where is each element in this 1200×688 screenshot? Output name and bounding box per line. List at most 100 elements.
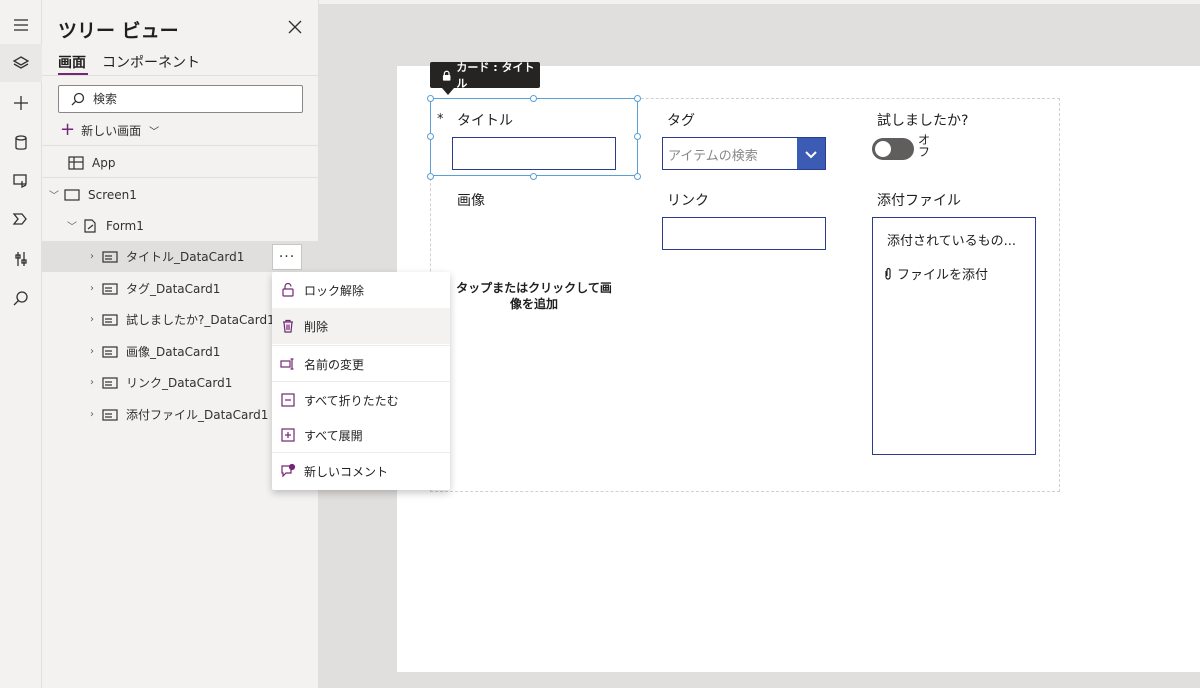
panel-title: ツリー ビュー — [58, 20, 179, 42]
lock-icon — [442, 70, 451, 81]
resize-handle[interactable] — [634, 133, 641, 140]
chevron-right-icon[interactable]: › — [86, 377, 98, 388]
title-input[interactable] — [452, 137, 616, 170]
screen-icon — [64, 188, 80, 201]
more-options-button[interactable]: ··· — [272, 243, 302, 270]
search-input[interactable] — [93, 90, 293, 108]
database-icon[interactable] — [0, 124, 42, 162]
trash-icon — [283, 319, 293, 333]
tree-item-label: Form1 — [106, 218, 144, 233]
resize-handle[interactable] — [634, 95, 641, 102]
resize-handle[interactable] — [427, 173, 434, 180]
chevron-down-icon[interactable] — [797, 138, 825, 169]
toggle-state-label: オフ — [918, 133, 931, 159]
search-box[interactable] — [58, 85, 303, 113]
tree-item-title-card[interactable]: › タイトル_DataCard1 ··· — [42, 241, 319, 272]
chevron-down-icon: ﹀ — [149, 126, 160, 138]
comment-icon — [281, 463, 296, 478]
power-automate-icon[interactable] — [0, 200, 42, 238]
resize-handle[interactable] — [530, 95, 537, 102]
plus-icon[interactable] — [0, 84, 42, 122]
chevron-right-icon[interactable]: › — [86, 251, 98, 262]
menu-item-delete[interactable]: 削除 — [272, 308, 450, 344]
attachments-empty-text: 添付されているもの... — [887, 234, 1017, 249]
attachments-box: 添付されているもの... ファイルを添付 — [872, 217, 1036, 455]
resize-handle[interactable] — [427, 95, 434, 102]
context-menu: ロック解除 削除 名前の変更 すべて折りたたむ すべて展開 新しいコメント — [272, 272, 450, 490]
tree-item-label: App — [92, 155, 116, 170]
tools-icon[interactable] — [0, 240, 42, 278]
new-screen-label: 新しい画面 — [81, 123, 142, 138]
tree-item-label: 試しましたか?_DataCard1 — [126, 313, 275, 327]
resize-handle[interactable] — [427, 133, 434, 140]
menu-item-label: 削除 — [304, 319, 329, 334]
lock-open-icon — [282, 282, 294, 297]
new-screen-button[interactable]: + 新しい画面 ﹀ — [60, 120, 159, 140]
attach-file-label: ファイルを添付 — [897, 268, 989, 283]
collapse-all-icon — [281, 393, 295, 407]
menu-item-unlock[interactable]: ロック解除 — [272, 272, 450, 308]
menu-item-collapse-all[interactable]: すべて折りたたむ — [272, 382, 450, 418]
search-icon[interactable] — [0, 280, 42, 318]
tree-item-label: タグ_DataCard1 — [126, 282, 221, 296]
menu-item-label: すべて展開 — [304, 428, 363, 443]
tab-screens[interactable]: 画面 — [58, 52, 86, 72]
link-field-label: リンク — [667, 193, 709, 209]
chevron-right-icon[interactable]: › — [86, 283, 98, 294]
tree-item-label: リンク_DataCard1 — [126, 376, 233, 390]
card-icon — [102, 282, 118, 295]
app-rail — [0, 0, 42, 688]
image-field-label: 画像 — [457, 193, 485, 209]
rename-icon — [280, 358, 294, 370]
menu-item-label: ロック解除 — [304, 283, 365, 298]
search-icon — [71, 92, 85, 106]
close-icon[interactable] — [286, 18, 304, 36]
image-add-hint[interactable]: タップまたはクリックして画像を追加 — [454, 280, 614, 312]
tree-item-label: 画像_DataCard1 — [126, 345, 221, 359]
tree-item-label: タイトル_DataCard1 — [126, 250, 245, 264]
title-field-label: タイトル — [457, 113, 513, 129]
layers-icon[interactable] — [0, 44, 42, 82]
app-icon — [68, 155, 84, 170]
chevron-right-icon[interactable]: › — [86, 409, 98, 420]
tree-item-screen[interactable]: ﹀ Screen1 — [42, 179, 319, 210]
chevron-right-icon[interactable]: › — [86, 314, 98, 325]
plus-icon: + — [60, 119, 76, 140]
toggle-knob — [875, 141, 891, 157]
tree-item-label: 添付ファイル_DataCard1 — [126, 408, 269, 422]
chevron-down-icon[interactable]: ﹀ — [48, 187, 60, 202]
resize-handle[interactable] — [634, 173, 641, 180]
menu-item-label: 新しいコメント — [304, 464, 389, 479]
card-icon — [102, 250, 118, 263]
card-icon — [102, 408, 118, 421]
tag-field-label: タグ — [667, 113, 695, 129]
tree-item-app[interactable]: App — [42, 147, 319, 178]
tree-item-label: Screen1 — [88, 187, 137, 202]
form-icon — [84, 218, 96, 233]
media-icon[interactable] — [0, 162, 42, 200]
chevron-right-icon[interactable]: › — [86, 346, 98, 357]
paperclip-icon — [885, 267, 891, 280]
chevron-down-icon[interactable]: ﹀ — [66, 218, 78, 233]
tried-field-label: 試しましたか? — [877, 113, 969, 129]
tree-item-form[interactable]: ﹀ Form1 — [42, 210, 319, 241]
attach-file-button[interactable]: ファイルを添付 — [883, 264, 988, 283]
resize-handle[interactable] — [530, 173, 537, 180]
tag-placeholder: アイテムの検索 — [668, 149, 758, 164]
tried-toggle[interactable] — [872, 138, 914, 160]
card-tooltip: カード : タイトル — [430, 61, 540, 90]
expand-all-icon — [281, 428, 295, 442]
hamburger-icon[interactable] — [0, 6, 42, 44]
tag-combobox[interactable]: アイテムの検索 — [662, 137, 826, 170]
menu-item-label: すべて折りたたむ — [304, 393, 399, 408]
menu-item-expand-all[interactable]: すべて展開 — [272, 417, 450, 453]
tooltip-text: カード : タイトル — [456, 61, 535, 90]
menu-item-rename[interactable]: 名前の変更 — [272, 346, 450, 382]
required-indicator: * — [437, 112, 444, 127]
link-input[interactable] — [662, 217, 826, 250]
tab-components[interactable]: コンポーネント — [102, 52, 200, 72]
card-icon — [102, 313, 118, 326]
card-icon — [102, 376, 118, 389]
menu-item-new-comment[interactable]: 新しいコメント — [272, 453, 450, 489]
attachments-field-label: 添付ファイル — [877, 193, 961, 209]
